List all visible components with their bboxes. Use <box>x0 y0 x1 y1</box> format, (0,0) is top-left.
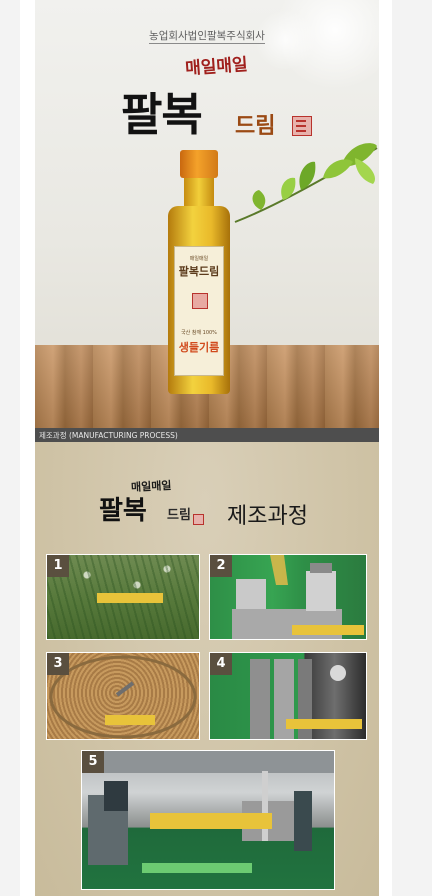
company-name: 농업회사법인팔복주식회사 <box>149 30 265 44</box>
step-caption-bar <box>286 719 362 729</box>
manufacturing-process-section: 매일매일 팔복 드림 제조과정 1 2 3 4 5 <box>35 442 379 896</box>
bottle-seal-icon <box>192 293 208 309</box>
process-step-1-photo: 1 <box>46 554 200 640</box>
section-header-bar: 제조과정 (MANUFACTURING PROCESS) <box>35 428 379 442</box>
section-header-label: 제조과정 (MANUFACTURING PROCESS) <box>39 431 178 440</box>
product-detail-image: 농업회사법인팔복주식회사 매일매일 팔복 드림 매일매일 팔복드림 국산 참깨 … <box>35 0 379 896</box>
step-number: 5 <box>82 751 104 773</box>
roasting-drum-icon <box>49 655 197 739</box>
process-step-4-photo: 4 <box>209 652 367 740</box>
brand-suffix: 드림 <box>235 113 276 139</box>
leaf-branch-icon <box>234 143 378 223</box>
step-caption-bar <box>97 593 163 603</box>
step-caption-bar <box>292 625 364 635</box>
process-step-3-photo: 3 <box>46 652 200 740</box>
step-number: 3 <box>47 653 69 675</box>
bottle-label-tagline: 매일매일 <box>189 256 209 262</box>
seal-stamp-icon <box>292 116 312 136</box>
process-title: 제조과정 <box>227 504 308 529</box>
step-number: 4 <box>210 653 232 675</box>
process-brand-name: 팔복 <box>99 496 147 526</box>
step-number: 1 <box>47 555 69 577</box>
process-seal-icon <box>193 514 204 525</box>
process-brand-suffix: 드림 <box>167 508 191 523</box>
step-number: 2 <box>210 555 232 577</box>
step-caption-bar <box>150 813 272 829</box>
bottle-label-product: 생들기름 <box>178 341 220 354</box>
bottle-label-brand: 팔복드림 <box>178 265 220 278</box>
brand-tagline: 매일매일 <box>184 54 249 80</box>
bottle-label: 매일매일 팔복드림 국산 참깨 100% 생들기름 <box>174 246 224 376</box>
brand-name: 팔복 <box>121 88 203 141</box>
process-step-5-photo: 5 <box>81 750 335 890</box>
process-step-2-photo: 2 <box>209 554 367 640</box>
bottle-label-origin: 국산 참깨 100% <box>181 330 217 336</box>
step-caption-bar <box>105 715 155 725</box>
oil-bottle-image: 매일매일 팔복드림 국산 참깨 100% 생들기름 <box>163 146 241 396</box>
hero-banner: 농업회사법인팔복주식회사 매일매일 팔복 드림 매일매일 팔복드림 국산 참깨 … <box>35 0 379 428</box>
